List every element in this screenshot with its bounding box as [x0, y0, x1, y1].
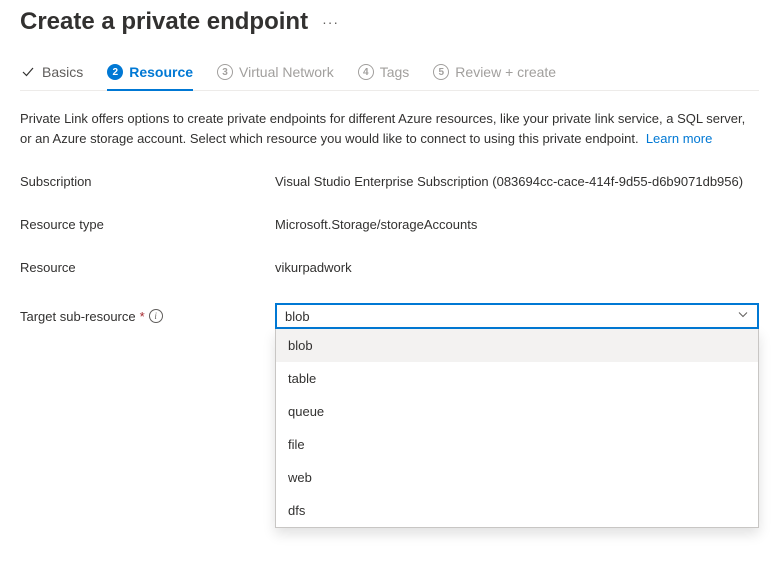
tab-basics[interactable]: Basics	[20, 64, 83, 90]
resource-label: Resource	[20, 260, 275, 275]
step-number-badge: 4	[358, 64, 374, 80]
wizard-tabs: Basics 2 Resource 3 Virtual Network 4 Ta…	[20, 64, 759, 91]
description-text: Private Link offers options to create pr…	[20, 109, 759, 148]
learn-more-link[interactable]: Learn more	[646, 131, 712, 146]
step-number-badge: 5	[433, 64, 449, 80]
tab-label: Virtual Network	[239, 64, 334, 80]
required-indicator: *	[140, 309, 145, 324]
subscription-label: Subscription	[20, 174, 275, 189]
resource-value: vikurpadwork	[275, 260, 759, 275]
target-sub-resource-label: Target sub-resource * i	[20, 309, 275, 324]
resource-type-value: Microsoft.Storage/storageAccounts	[275, 217, 759, 232]
resource-type-label: Resource type	[20, 217, 275, 232]
tab-label: Basics	[42, 64, 83, 80]
dropdown-option[interactable]: dfs	[276, 494, 758, 527]
tab-resource[interactable]: 2 Resource	[107, 64, 193, 90]
tab-label: Tags	[380, 64, 410, 80]
dropdown-option[interactable]: queue	[276, 395, 758, 428]
chevron-down-icon	[737, 309, 749, 324]
subscription-value: Visual Studio Enterprise Subscription (0…	[275, 174, 759, 189]
page-title: Create a private endpoint	[20, 8, 308, 36]
dropdown-options-list: blobtablequeuefilewebdfs	[275, 329, 759, 528]
dropdown-option[interactable]: table	[276, 362, 758, 395]
more-icon[interactable]: ···	[322, 14, 339, 30]
target-sub-resource-dropdown[interactable]: blob	[275, 303, 759, 329]
dropdown-option[interactable]: web	[276, 461, 758, 494]
dropdown-option[interactable]: blob	[276, 329, 758, 362]
info-icon[interactable]: i	[149, 309, 163, 323]
tab-label: Resource	[129, 64, 193, 80]
step-number-badge: 3	[217, 64, 233, 80]
checkmark-icon	[20, 64, 36, 80]
dropdown-selected-value: blob	[285, 309, 310, 324]
step-number-badge: 2	[107, 64, 123, 80]
dropdown-option[interactable]: file	[276, 428, 758, 461]
tab-tags[interactable]: 4 Tags	[358, 64, 410, 90]
tab-virtual-network[interactable]: 3 Virtual Network	[217, 64, 334, 90]
tab-review-create[interactable]: 5 Review + create	[433, 64, 556, 90]
tab-label: Review + create	[455, 64, 556, 80]
